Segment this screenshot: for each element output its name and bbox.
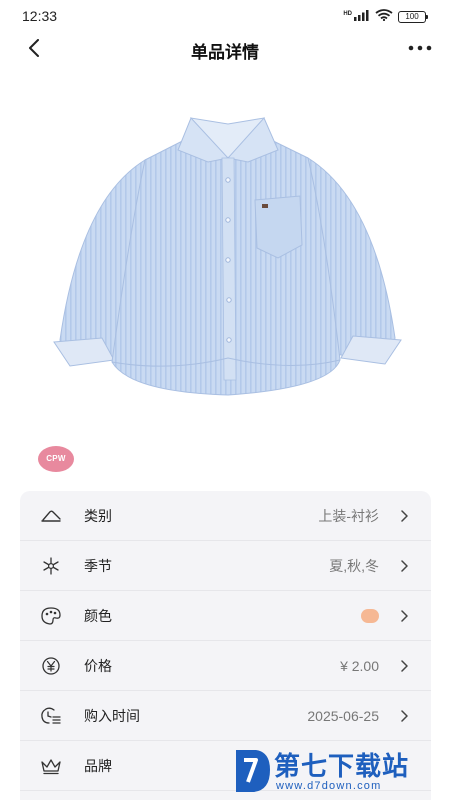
chevron-right-icon [397,659,411,673]
detail-value: 2025-06-25 [307,707,379,724]
battery-icon: 100 [398,11,428,23]
crown-icon [40,755,62,777]
clothes-hanger-icon [40,505,62,527]
status-icons: HD 100 [343,8,428,26]
color-swatch [361,609,379,623]
detail-label: 品牌 [84,757,112,774]
product-image[interactable] [50,110,405,420]
chevron-right-icon [397,559,411,573]
detail-row-purchase-time[interactable]: 购入时间 2025-06-25 [20,691,431,741]
detail-label: 价格 [84,657,112,674]
detail-row-category[interactable]: 类别 上装-衬衫 [20,491,431,541]
chevron-right-icon [397,509,411,523]
detail-value: 夏,秋,冬 [329,557,379,574]
detail-label: 季节 [84,557,112,574]
detail-row-season[interactable]: 季节 夏,秋,冬 [20,541,431,591]
detail-label: 颜色 [84,607,112,624]
palette-icon [40,605,62,627]
page-title: 单品详情 [191,43,259,62]
clock-list-icon [40,705,62,727]
detail-label: 类别 [84,507,112,524]
status-time: 12:33 [22,8,58,24]
detail-row-color[interactable]: 颜色 [20,591,431,641]
detail-value: 上装-衬衫 [318,507,379,524]
watermark: 第七下载站 www.d7down.com [232,744,442,800]
chevron-right-icon [397,709,411,723]
more-options-button[interactable] [406,36,434,60]
hd-label: HD [343,11,352,17]
snowflake-sun-icon [40,555,62,577]
cellular-signal-icon [354,8,370,26]
detail-label: 购入时间 [84,707,140,724]
chevron-right-icon [397,609,411,623]
nav-bar: 单品详情 [0,32,450,64]
wifi-icon [375,8,393,26]
watermark-url: www.d7down.com [276,780,382,792]
d7-logo-icon [236,750,270,792]
status-bar: 12:33 HD 100 [0,0,450,32]
yen-icon [40,655,62,677]
watermark-title: 第七下载站 [274,751,410,781]
detail-row-price[interactable]: 价格 ¥ 2.00 [20,641,431,691]
brand-badge[interactable]: CPW [38,446,74,472]
detail-value: ¥ 2.00 [340,657,379,674]
more-dots-icon [408,45,432,51]
